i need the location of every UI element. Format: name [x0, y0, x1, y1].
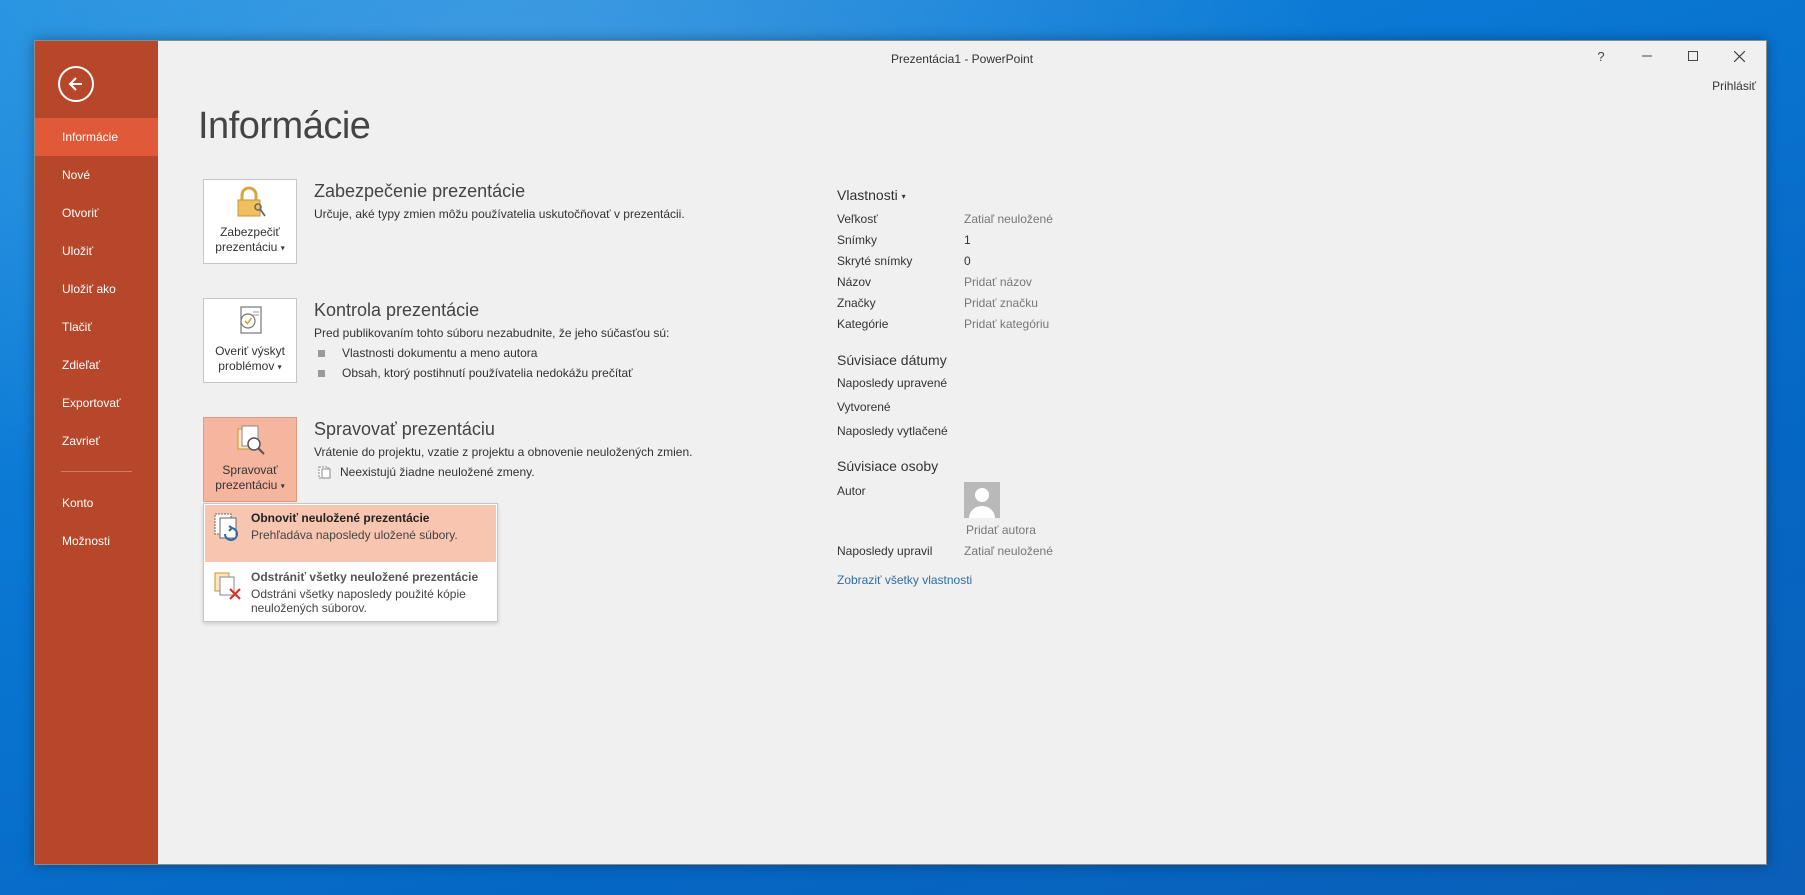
close-button[interactable]: [1716, 41, 1762, 71]
related-people-header: Súvisiace osoby: [837, 458, 939, 474]
window-title: Prezentácia1 - PowerPoint: [890, 52, 1034, 66]
check-issues-label: Overiť výskyt problémov ▾: [215, 343, 285, 373]
property-row: Názov Pridať názov: [837, 275, 1257, 296]
show-all-properties-link[interactable]: Zobraziť všetky vlastnosti: [837, 573, 1257, 587]
nav-item-print[interactable]: Tlačiť: [35, 308, 158, 346]
minimize-icon: [1642, 55, 1652, 57]
back-button[interactable]: [58, 66, 94, 102]
lock-key-icon: [237, 186, 266, 217]
recover-unsaved-desc: Prehľadáva naposledy uložené súbory.: [251, 528, 458, 542]
document-check-icon: [240, 306, 262, 334]
inspect-bullet: Obsah, ktorý postihnutí používatelia ned…: [314, 366, 814, 380]
manage-text: Spravovať prezentáciu Vrátenie do projek…: [314, 419, 814, 479]
manage-title: Spravovať prezentáciu: [314, 419, 495, 439]
properties-header[interactable]: Vlastnosti ▾: [837, 187, 1257, 203]
date-row: Naposledy vytlačené: [837, 424, 948, 438]
last-modified-by-row: Naposledy upravil Zatiaľ neuložené: [837, 544, 1053, 558]
add-title-field[interactable]: Pridať názov: [964, 275, 1032, 296]
nav-item-share[interactable]: Zdieľať: [35, 346, 158, 384]
manage-status: Neexistujú žiadne neuložené zmeny.: [314, 465, 814, 479]
maximize-button[interactable]: [1670, 41, 1716, 71]
page-title: Informácie: [198, 105, 371, 147]
inspect-title: Kontrola prezentácie: [314, 300, 480, 320]
signin-link[interactable]: Prihlásiť: [1712, 79, 1756, 93]
manage-dropdown-menu: Obnoviť neuložené prezentácie Prehľadáva…: [203, 503, 498, 622]
add-category-field[interactable]: Pridať kategóriu: [964, 317, 1049, 338]
properties-panel: Vlastnosti ▾ Veľkosť Zatiaľ neuložené Sn…: [837, 187, 1257, 587]
related-dates-header: Súvisiace dátumy: [837, 352, 947, 368]
maximize-icon: [1688, 51, 1698, 61]
delete-unsaved-title: Odstrániť všetky neuložené prezentácie: [251, 570, 479, 584]
delete-unsaved-desc: Odstráni všetky naposledy použité kópie …: [251, 587, 466, 615]
protect-desc: Určuje, aké typy zmien môžu používatelia…: [314, 207, 685, 221]
nav-item-close[interactable]: Zavrieť: [35, 422, 158, 460]
manage-presentation-button[interactable]: Spravovať prezentáciu ▾: [203, 417, 297, 502]
title-bar: Prezentácia1 - PowerPoint ? Prihlásiť: [158, 41, 1766, 94]
delete-documents-icon: [214, 572, 241, 600]
manage-button-label: Spravovať prezentáciu ▾: [215, 462, 285, 492]
nav-item-save[interactable]: Uložiť: [35, 232, 158, 270]
inspect-text: Kontrola prezentácie Pred publikovaním t…: [314, 300, 814, 380]
nav-item-account[interactable]: Konto: [35, 484, 158, 522]
bullet-square-icon: [318, 369, 325, 377]
property-row: Snímky 1: [837, 233, 971, 247]
document-icon: [318, 466, 331, 478]
author-row: Autor Pridať autora: [837, 482, 1036, 537]
protect-presentation-button[interactable]: Zabezpečiť prezentáciu ▾: [203, 179, 297, 264]
nav-item-export[interactable]: Exportovať: [35, 384, 158, 422]
add-author-field[interactable]: Pridať autora: [966, 523, 1036, 537]
property-row: Veľkosť Zatiaľ neuložené: [837, 212, 1053, 226]
nav-item-new[interactable]: Nové: [35, 156, 158, 194]
check-issues-button[interactable]: Overiť výskyt problémov ▾: [203, 298, 297, 383]
bullet-square-icon: [318, 349, 325, 357]
help-button[interactable]: ?: [1578, 41, 1624, 71]
manage-documents-icon: [237, 425, 265, 455]
recover-unsaved-title: Obnoviť neuložené prezentácie: [251, 511, 430, 525]
protect-button-label: Zabezpečiť prezentáciu ▾: [215, 224, 285, 254]
inspect-bullet: Vlastnosti dokumentu a meno autora: [314, 346, 814, 360]
add-tag-field[interactable]: Pridať značku: [964, 296, 1038, 317]
property-row: Kategórie Pridať kategóriu: [837, 317, 1257, 338]
powerpoint-window: Informácie Nové Otvoriť Uložiť Uložiť ak…: [34, 40, 1767, 865]
avatar: [964, 482, 1000, 518]
back-arrow-icon: [68, 77, 82, 91]
property-row: Značky Pridať značku: [837, 296, 1257, 317]
nav-item-options[interactable]: Možnosti: [35, 522, 158, 560]
protect-text: Zabezpečenie prezentácie Určuje, aké typ…: [314, 181, 814, 221]
backstage-nav: Informácie Nové Otvoriť Uložiť Uložiť ak…: [35, 118, 158, 560]
delete-unsaved-menu-item[interactable]: Odstrániť všetky neuložené prezentácie O…: [205, 564, 496, 621]
minimize-button[interactable]: [1624, 41, 1670, 71]
date-row: Vytvorené: [837, 400, 891, 414]
recover-document-icon: [214, 513, 238, 541]
backstage-sidebar: Informácie Nové Otvoriť Uložiť Uložiť ak…: [35, 41, 158, 864]
date-row: Naposledy upravené: [837, 376, 948, 390]
inspect-desc: Pred publikovaním tohto súboru nezabudni…: [314, 326, 670, 340]
nav-divider: [61, 471, 132, 472]
property-row: Skryté snímky 0: [837, 254, 971, 268]
nav-item-save-as[interactable]: Uložiť ako: [35, 270, 158, 308]
protect-title: Zabezpečenie prezentácie: [314, 181, 526, 201]
nav-item-info[interactable]: Informácie: [35, 118, 158, 156]
nav-item-open[interactable]: Otvoriť: [35, 194, 158, 232]
close-icon: [1733, 50, 1745, 62]
manage-desc: Vrátenie do projektu, vzatie z projektu …: [314, 445, 693, 459]
person-icon: [969, 488, 995, 518]
recover-unsaved-menu-item[interactable]: Obnoviť neuložené prezentácie Prehľadáva…: [205, 505, 496, 562]
